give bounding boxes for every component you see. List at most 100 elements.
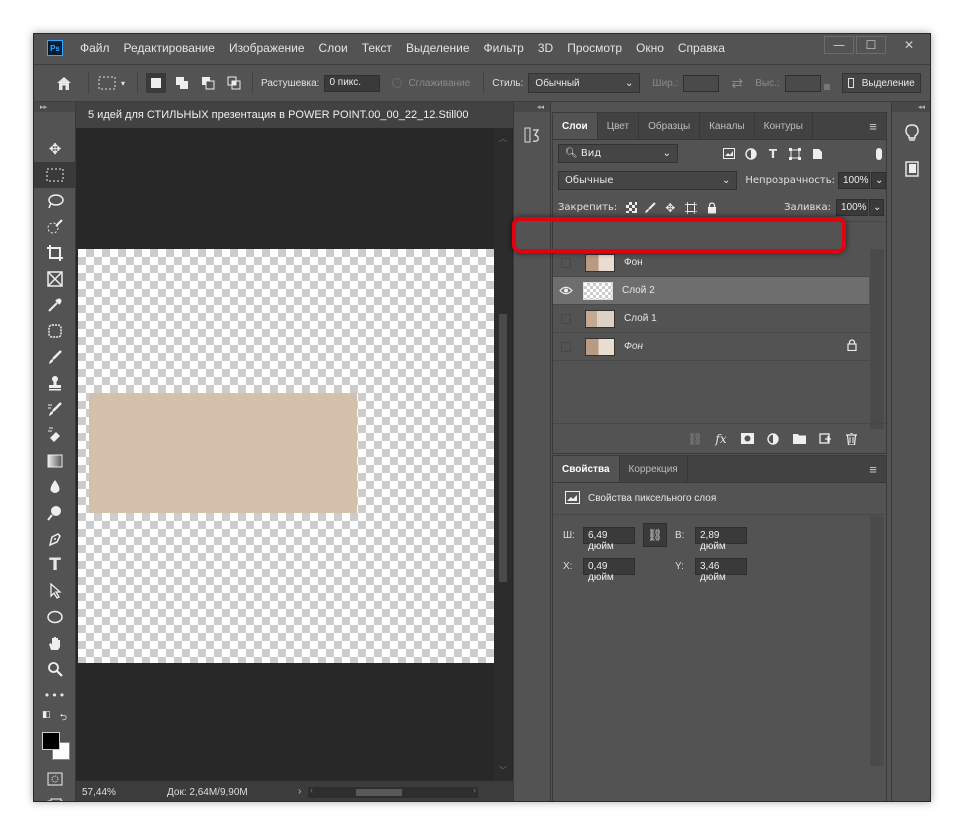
brush-tool-icon[interactable] bbox=[34, 344, 76, 370]
screen-mode-icon[interactable] bbox=[34, 792, 76, 801]
history-brush-tool-icon[interactable] bbox=[34, 396, 76, 422]
width-input[interactable]: 6,49 дюйм bbox=[583, 526, 635, 552]
libraries-panel-icon[interactable] bbox=[892, 156, 930, 182]
maximize-button[interactable]: ☐ bbox=[856, 36, 886, 54]
close-button[interactable]: ✕ bbox=[894, 36, 924, 54]
scroll-right-icon[interactable]: › bbox=[473, 785, 476, 795]
default-colors-icon[interactable]: ◧ bbox=[42, 710, 51, 726]
menu-3d[interactable]: 3D bbox=[538, 41, 553, 55]
menu-window[interactable]: Окно bbox=[636, 41, 664, 55]
menu-layers[interactable]: Слои bbox=[319, 41, 348, 55]
antialias-checkbox[interactable] bbox=[392, 78, 403, 88]
width-input[interactable] bbox=[683, 74, 720, 92]
panel-menu-icon[interactable]: ≡ bbox=[860, 113, 886, 139]
quick-selection-tool-icon[interactable] bbox=[34, 214, 76, 240]
document-tab[interactable]: 5 идей для СТИЛЬНЫХ презентация в POWER … bbox=[76, 102, 513, 129]
y-input[interactable]: 3,46 дюйм bbox=[695, 557, 747, 583]
intersect-selection-icon[interactable] bbox=[224, 73, 244, 93]
marquee-preset-icon[interactable] bbox=[97, 73, 117, 93]
eyedropper-tool-icon[interactable] bbox=[34, 292, 76, 318]
panel-menu-icon[interactable]: ≡ bbox=[860, 456, 886, 482]
lock-transparent-icon[interactable] bbox=[622, 198, 640, 218]
tab-adjustments[interactable]: Коррекция bbox=[620, 456, 688, 482]
h-scroll-thumb[interactable] bbox=[356, 789, 402, 796]
eraser-tool-icon[interactable] bbox=[34, 422, 76, 448]
collapse-dock-icon-2[interactable]: ◂◂ bbox=[892, 102, 930, 112]
eye-icon[interactable] bbox=[553, 286, 579, 295]
layers-scrollbar[interactable] bbox=[870, 249, 884, 429]
menu-help[interactable]: Справка bbox=[678, 41, 725, 55]
visibility-toggle[interactable] bbox=[561, 313, 571, 324]
menu-view[interactable]: Просмотр bbox=[567, 41, 622, 55]
ellipse-tool-icon[interactable] bbox=[34, 604, 76, 630]
crop-tool-icon[interactable] bbox=[34, 240, 76, 266]
dodge-tool-icon[interactable] bbox=[34, 500, 76, 526]
quick-mask-icon[interactable] bbox=[34, 766, 76, 792]
move-tool-icon[interactable]: ✥ bbox=[34, 136, 76, 162]
style-select[interactable]: Обычный ⌄ bbox=[528, 73, 641, 93]
menu-file[interactable]: Файл bbox=[80, 41, 110, 55]
minimize-button[interactable]: — bbox=[824, 36, 854, 54]
layer-row[interactable]: Фон bbox=[553, 333, 869, 361]
menu-image[interactable]: Изображение bbox=[229, 41, 305, 55]
menu-filter[interactable]: Фильтр bbox=[484, 41, 524, 55]
tab-properties[interactable]: Свойства bbox=[553, 456, 620, 482]
healing-brush-tool-icon[interactable] bbox=[34, 318, 76, 344]
menu-select[interactable]: Выделение bbox=[406, 41, 470, 55]
height-input[interactable]: 2,89 дюйм bbox=[695, 526, 747, 552]
menu-text[interactable]: Текст bbox=[362, 41, 392, 55]
canvas[interactable] bbox=[78, 249, 494, 663]
lock-all-icon[interactable] bbox=[702, 198, 722, 218]
scroll-down-icon[interactable]: ﹀ bbox=[499, 765, 507, 776]
select-and-mask-button[interactable]: Выделение bbox=[841, 73, 921, 93]
lock-artboard-icon[interactable] bbox=[680, 198, 702, 218]
lasso-tool-icon[interactable] bbox=[34, 188, 76, 214]
group-folder-icon[interactable] bbox=[786, 429, 812, 449]
swap-icon[interactable]: ⇄ bbox=[727, 73, 747, 93]
layer-row-selected[interactable]: Слой 2 bbox=[553, 277, 869, 305]
opacity-chevron-icon[interactable]: ⌄ bbox=[871, 172, 886, 189]
link-dimensions-icon[interactable]: ⛓︎ bbox=[643, 523, 667, 547]
horizontal-scrollbar[interactable]: ‹ › bbox=[308, 785, 478, 798]
pen-tool-icon[interactable] bbox=[34, 526, 76, 552]
tab-layers[interactable]: Слои bbox=[553, 113, 598, 139]
filter-toggle[interactable] bbox=[876, 147, 882, 160]
link-layers-icon[interactable]: ⛓︎ bbox=[682, 429, 708, 449]
height-input[interactable] bbox=[784, 74, 821, 92]
type-tool-icon[interactable]: T bbox=[34, 552, 76, 578]
zoom-tool-icon[interactable] bbox=[34, 656, 76, 682]
swap-colors-icon[interactable]: ⮌ bbox=[60, 710, 67, 726]
collapse-dock-icon[interactable]: ◂◂ bbox=[514, 102, 550, 112]
type-filter-icon[interactable]: T bbox=[762, 144, 784, 164]
gradient-tool-icon[interactable] bbox=[34, 448, 76, 474]
blur-tool-icon[interactable] bbox=[34, 474, 76, 500]
history-panel-icon[interactable] bbox=[514, 122, 550, 148]
tab-color[interactable]: Цвет bbox=[598, 113, 640, 139]
marquee-tool-icon[interactable] bbox=[34, 162, 76, 188]
menu-edit[interactable]: Редактирование bbox=[124, 41, 215, 55]
hand-tool-icon[interactable] bbox=[34, 630, 76, 656]
pixel-filter-icon[interactable] bbox=[718, 144, 740, 164]
tab-channels[interactable]: Каналы bbox=[700, 113, 755, 139]
blend-mode-select[interactable]: Обычные ⌄ bbox=[558, 171, 738, 190]
layer-row[interactable]: Слой 1 bbox=[553, 305, 869, 333]
x-input[interactable]: 0,49 дюйм bbox=[583, 557, 635, 583]
scroll-left-icon[interactable]: ‹ bbox=[310, 785, 313, 795]
subtract-selection-icon[interactable] bbox=[198, 73, 218, 93]
path-selection-tool-icon[interactable] bbox=[34, 578, 76, 604]
adjustment-filter-icon[interactable] bbox=[740, 144, 762, 164]
fx-icon[interactable]: fx bbox=[708, 429, 734, 449]
status-menu-icon[interactable]: › bbox=[298, 786, 301, 797]
chevron-down-icon[interactable]: ▾ bbox=[117, 73, 129, 93]
tab-paths[interactable]: Контуры bbox=[755, 113, 813, 139]
scroll-up-icon[interactable]: ︿ bbox=[499, 133, 507, 144]
visibility-toggle[interactable] bbox=[561, 341, 571, 352]
zoom-level[interactable]: 57,44% bbox=[82, 787, 152, 798]
clone-stamp-tool-icon[interactable] bbox=[34, 370, 76, 396]
add-mask-icon[interactable] bbox=[734, 429, 760, 449]
layer-row[interactable]: Фон bbox=[553, 249, 869, 277]
new-selection-icon[interactable] bbox=[146, 73, 166, 93]
delete-layer-icon[interactable] bbox=[838, 429, 864, 449]
scroll-thumb[interactable] bbox=[499, 314, 507, 582]
fill-input[interactable]: 100% bbox=[836, 199, 868, 216]
